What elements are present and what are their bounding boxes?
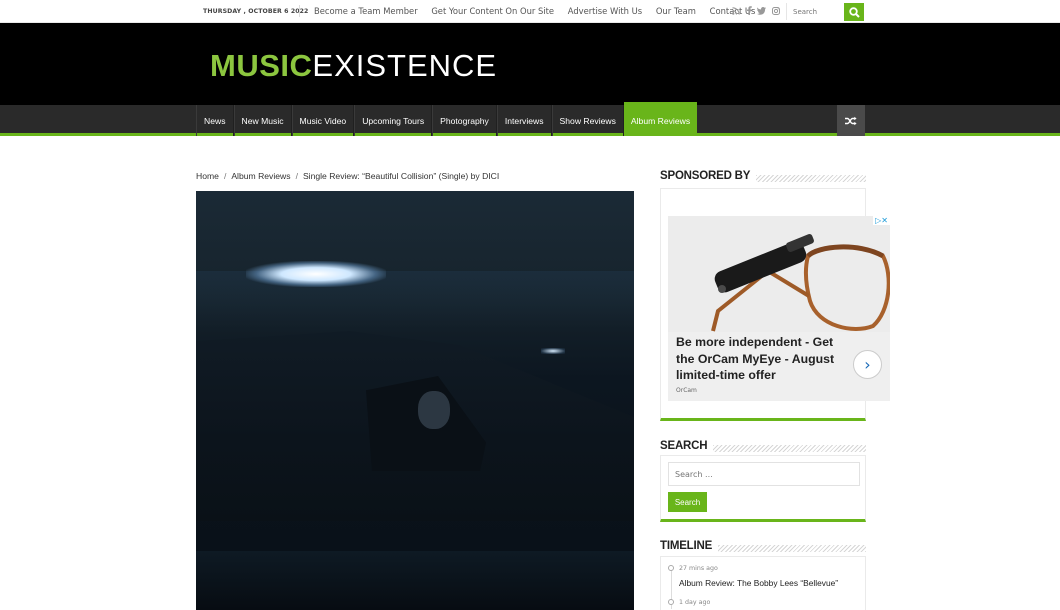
nav-item-music-video[interactable]: Music Video bbox=[291, 105, 355, 136]
nav-item-upcoming-tours[interactable]: Upcoming Tours bbox=[354, 105, 433, 136]
nav-item-interviews[interactable]: Interviews bbox=[496, 105, 552, 136]
image-person bbox=[418, 391, 450, 429]
link-our-team[interactable]: Our Team bbox=[656, 6, 696, 16]
nav-item-album-reviews[interactable]: Album Reviews bbox=[623, 102, 698, 136]
nav-item-photography[interactable]: Photography bbox=[432, 105, 497, 136]
social-icons bbox=[732, 6, 781, 18]
ad-next-arrow-icon[interactable]: › bbox=[853, 350, 882, 379]
nav-item-news[interactable]: News bbox=[196, 105, 234, 136]
sponsored-widget: ▷✕ Be more independent - Get the OrCam M… bbox=[660, 188, 890, 421]
divider bbox=[299, 5, 300, 17]
search-widget: Search bbox=[660, 455, 866, 522]
shuffle-icon bbox=[845, 116, 857, 125]
top-links: Become a Team Member Get Your Content On… bbox=[314, 6, 766, 16]
main-nav: News New Music Music Video Upcoming Tour… bbox=[0, 102, 1060, 136]
logo-existence: EXISTENCE bbox=[312, 48, 498, 83]
advertisement[interactable]: ▷✕ Be more independent - Get the OrCam M… bbox=[668, 216, 890, 401]
timeline-dot bbox=[668, 599, 674, 605]
sidebar-search-button[interactable]: Search bbox=[668, 492, 707, 512]
breadcrumb-separator: / bbox=[295, 171, 298, 181]
breadcrumb-current: Single Review: “Beautiful Collision” (Si… bbox=[302, 171, 500, 181]
ad-brand: OrCam bbox=[676, 387, 697, 394]
title-stripes bbox=[702, 545, 866, 552]
logo-music: MUSIC bbox=[210, 48, 313, 83]
featured-image bbox=[196, 191, 634, 610]
rss-icon[interactable] bbox=[732, 7, 740, 15]
random-article-button[interactable] bbox=[837, 105, 865, 136]
timeline-item-title[interactable]: Album Review: The Bobby Lees “Bellevue” bbox=[679, 578, 838, 588]
timeline-dot bbox=[668, 565, 674, 571]
breadcrumb-separator: / bbox=[223, 171, 227, 181]
link-advertise[interactable]: Advertise With Us bbox=[568, 6, 642, 16]
site-logo[interactable]: MUSICEXISTENCE bbox=[210, 50, 497, 81]
ad-image: ▷✕ bbox=[668, 216, 890, 332]
link-become-team-member[interactable]: Become a Team Member bbox=[314, 6, 418, 16]
breadcrumb: Home / Album Reviews / Single Review: “Beaut… bbox=[196, 171, 499, 181]
glasses-camera-illustration bbox=[668, 216, 890, 332]
title-stripes bbox=[696, 445, 866, 452]
breadcrumb-home[interactable]: Home bbox=[196, 171, 219, 181]
twitter-icon[interactable] bbox=[757, 7, 767, 15]
search-title-text: SEARCH bbox=[660, 440, 714, 452]
top-bar: THURSDAY , OCTOBER 6 2022 Become a Team … bbox=[0, 0, 1060, 23]
breadcrumb-album-reviews[interactable]: Album Reviews bbox=[231, 171, 290, 181]
site-header: MUSICEXISTENCE bbox=[0, 23, 1060, 105]
nav-item-new-music[interactable]: New Music bbox=[233, 105, 292, 136]
sidebar-search-input[interactable] bbox=[668, 462, 860, 486]
instagram-icon[interactable] bbox=[772, 7, 781, 15]
image-side-light bbox=[541, 348, 565, 354]
timeline-item-time: 27 mins ago bbox=[679, 565, 718, 572]
ad-close-icon[interactable]: ▷✕ bbox=[873, 216, 890, 225]
timeline-title-text: TIMELINE bbox=[660, 540, 719, 552]
image-floor bbox=[196, 551, 634, 610]
search-icon bbox=[848, 6, 860, 18]
image-ceiling-light bbox=[246, 261, 386, 287]
ad-headline[interactable]: Be more independent - Get the OrCam MyEy… bbox=[676, 334, 846, 384]
sponsored-widget-title: SPONSORED BY bbox=[660, 170, 866, 190]
top-search-input[interactable] bbox=[786, 3, 844, 20]
sponsored-title-text: SPONSORED BY bbox=[660, 170, 757, 182]
sidebar: SPONSORED BY ▷✕ Be more independent - Ge… bbox=[660, 170, 890, 610]
timeline-widget: 27 mins ago Album Review: The Bobby Lees… bbox=[660, 556, 866, 610]
current-date: THURSDAY , OCTOBER 6 2022 bbox=[203, 8, 309, 15]
top-search-button[interactable] bbox=[844, 3, 864, 21]
facebook-icon[interactable] bbox=[746, 6, 752, 15]
nav-item-show-reviews[interactable]: Show Reviews bbox=[551, 105, 624, 136]
link-get-content[interactable]: Get Your Content On Our Site bbox=[431, 6, 554, 16]
timeline-item-time: 1 day ago bbox=[679, 599, 711, 606]
